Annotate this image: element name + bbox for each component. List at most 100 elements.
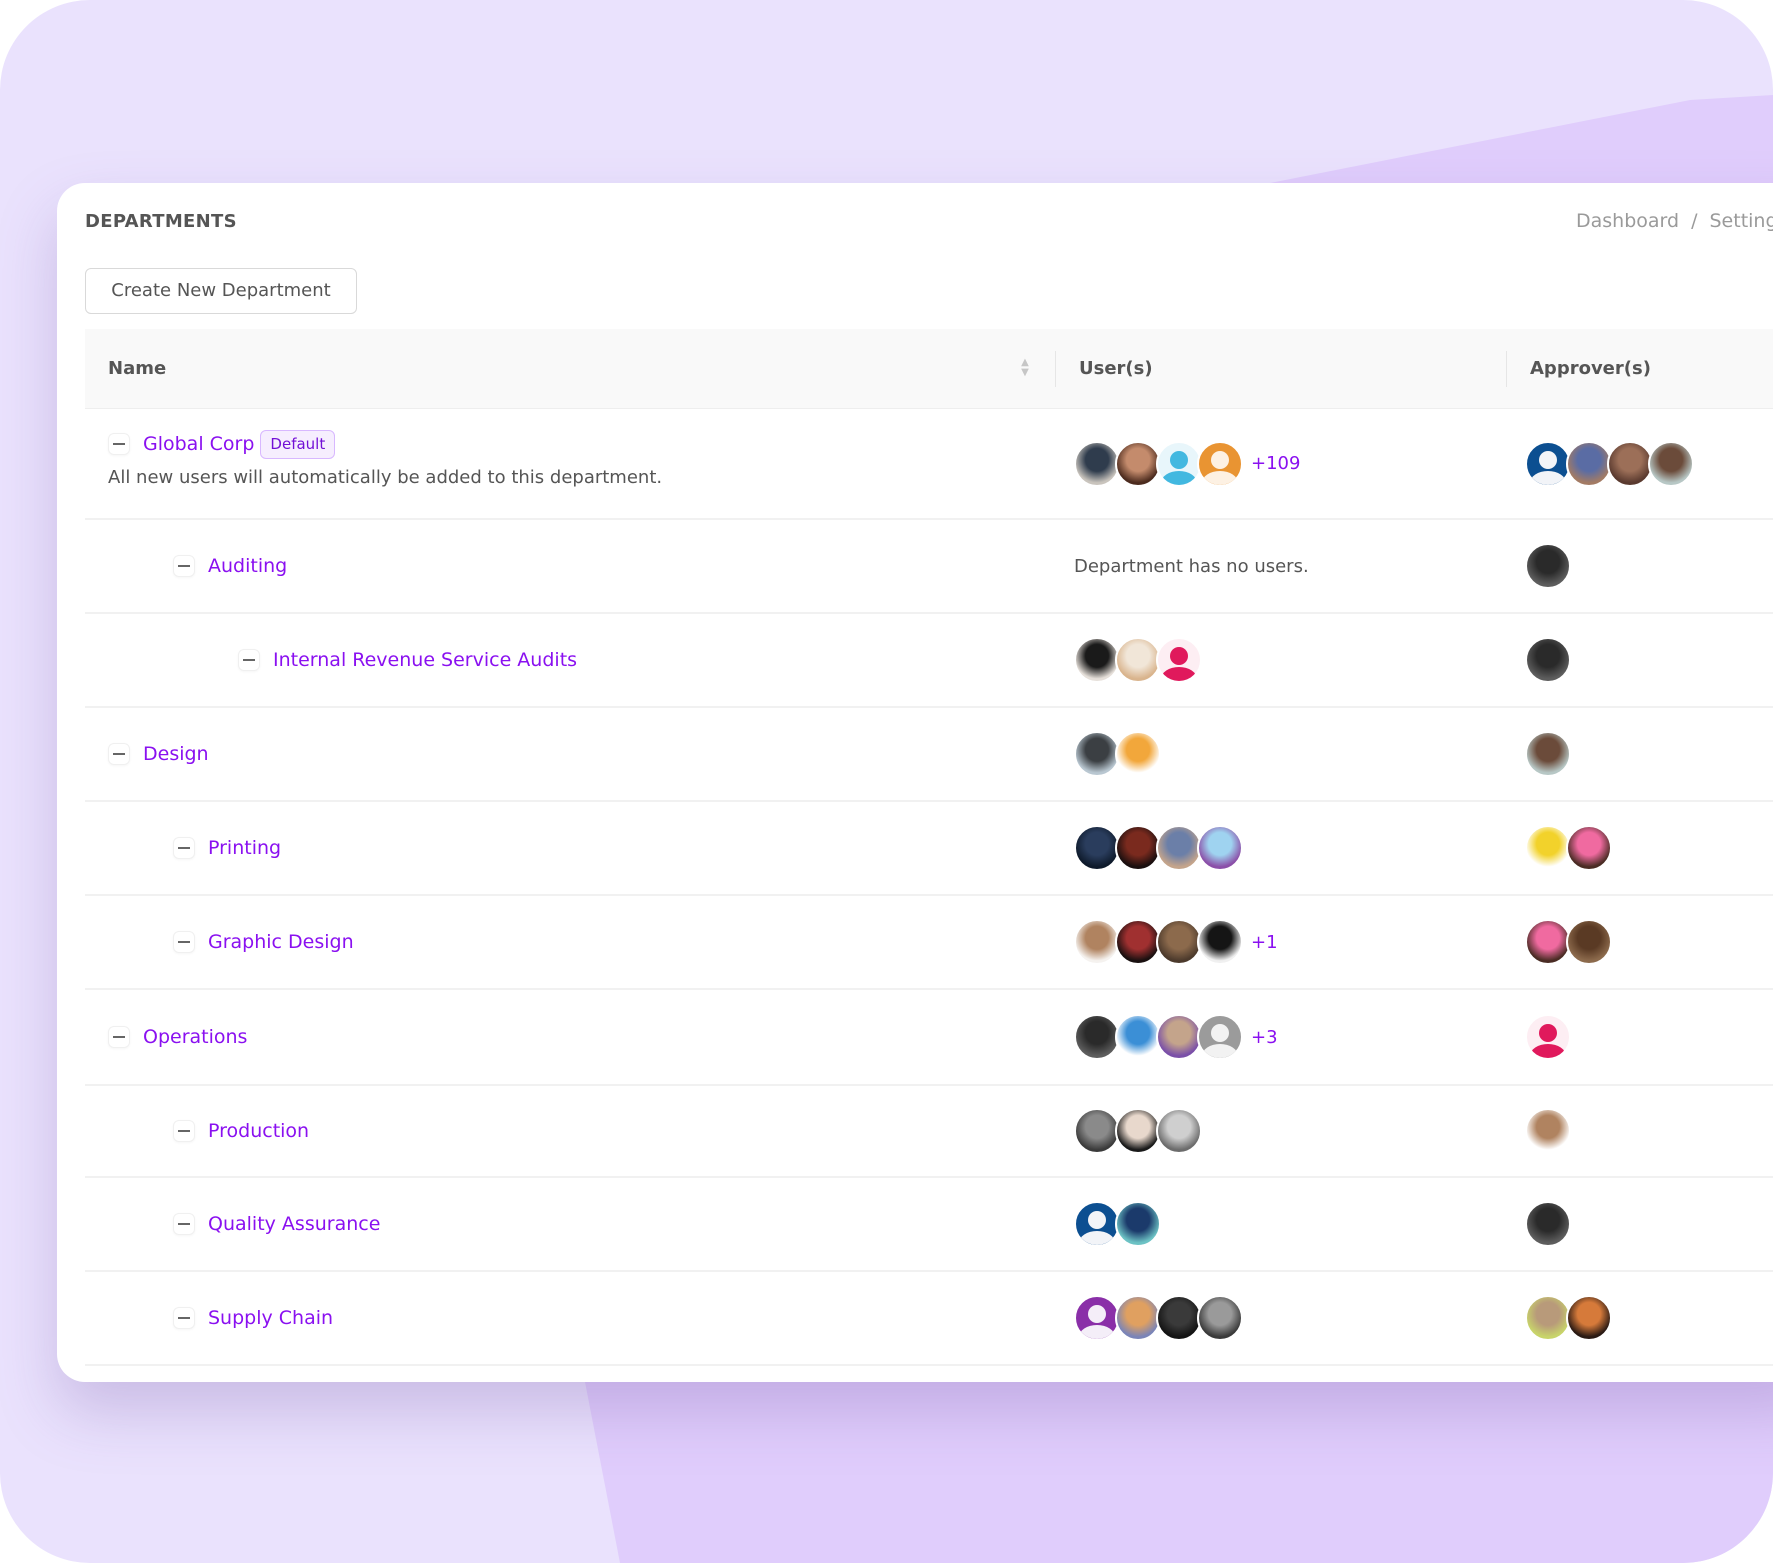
department-link[interactable]: Auditing [208, 555, 287, 577]
departments-card: DEPARTMENTS Dashboard / Settings Create Ne… [57, 183, 1773, 1382]
collapse-toggle-icon[interactable] [173, 1213, 195, 1235]
department-link[interactable]: Quality Assurance [208, 1213, 380, 1235]
approver-avatar[interactable] [1648, 440, 1694, 487]
user-avatar[interactable] [1156, 1295, 1202, 1341]
user-avatar[interactable] [1197, 1295, 1243, 1341]
approver-avatar[interactable] [1566, 440, 1612, 487]
more-users-count[interactable]: +109 [1251, 453, 1300, 474]
user-avatar[interactable] [1074, 919, 1120, 965]
breadcrumb-settings[interactable]: Settings [1710, 210, 1773, 232]
users-cell [1074, 1086, 1202, 1176]
column-divider [1506, 351, 1507, 387]
user-avatar[interactable] [1074, 825, 1120, 871]
user-avatar[interactable] [1115, 919, 1161, 965]
column-header-name[interactable]: Name [108, 329, 166, 409]
department-link[interactable]: Production [208, 1120, 309, 1142]
approver-avatar[interactable] [1566, 1295, 1612, 1341]
user-avatar[interactable] [1197, 825, 1243, 871]
table-row: Operations +3 [85, 990, 1773, 1086]
approver-avatar[interactable] [1525, 825, 1571, 871]
approvers-cell [1525, 614, 1571, 706]
approver-avatar[interactable] [1566, 919, 1612, 965]
user-avatar[interactable] [1156, 1014, 1202, 1060]
collapse-toggle-icon[interactable] [173, 1120, 195, 1142]
approver-avatar[interactable] [1525, 440, 1571, 487]
approvers-cell [1525, 1086, 1571, 1176]
user-avatar[interactable] [1115, 440, 1161, 487]
collapse-toggle-icon[interactable] [173, 837, 195, 859]
approver-avatar[interactable] [1566, 825, 1612, 871]
user-avatar[interactable] [1156, 1108, 1202, 1154]
user-avatar[interactable] [1074, 1295, 1120, 1341]
approver-avatar[interactable] [1525, 543, 1571, 589]
approvers-cell [1525, 409, 1694, 518]
user-avatar[interactable] [1156, 919, 1202, 965]
approver-avatar[interactable] [1525, 637, 1571, 683]
department-name-cell: Graphic Design [173, 896, 354, 988]
user-avatar[interactable] [1074, 637, 1120, 683]
user-avatar[interactable] [1074, 440, 1120, 487]
user-avatar[interactable] [1197, 1014, 1243, 1060]
user-avatar[interactable] [1115, 1201, 1161, 1247]
department-name-cell: Auditing [173, 520, 287, 612]
department-link[interactable]: Global Corp [143, 433, 254, 455]
approvers-cell [1525, 802, 1612, 894]
approver-avatar[interactable] [1525, 1014, 1571, 1060]
approver-avatar[interactable] [1607, 440, 1653, 487]
departments-table: Name ▲ ▼ User(s) Approver(s) Global Corp D… [85, 329, 1773, 1366]
user-avatar[interactable] [1115, 825, 1161, 871]
user-avatar[interactable] [1115, 1295, 1161, 1341]
users-cell: Department has no users. [1074, 520, 1309, 612]
collapse-toggle-icon[interactable] [108, 743, 130, 765]
department-link[interactable]: Operations [143, 1026, 247, 1048]
approver-avatar[interactable] [1525, 1108, 1571, 1154]
table-row: Internal Revenue Service Audits [85, 614, 1773, 708]
collapse-toggle-icon[interactable] [108, 433, 130, 455]
user-avatar[interactable] [1156, 637, 1202, 683]
user-avatar[interactable] [1074, 1201, 1120, 1247]
user-avatar[interactable] [1156, 825, 1202, 871]
collapse-toggle-icon[interactable] [173, 1307, 195, 1329]
column-header-users: User(s) [1079, 358, 1153, 379]
approvers-cell [1525, 708, 1571, 800]
user-avatar[interactable] [1197, 440, 1243, 487]
approver-avatar[interactable] [1525, 1295, 1571, 1341]
column-header-approvers: Approver(s) [1530, 358, 1651, 379]
department-link[interactable]: Supply Chain [208, 1307, 333, 1329]
more-users-count[interactable]: +1 [1251, 932, 1278, 953]
approvers-cell [1525, 990, 1571, 1084]
approver-avatar[interactable] [1525, 919, 1571, 965]
users-cell [1074, 1178, 1161, 1270]
department-link[interactable]: Internal Revenue Service Audits [273, 649, 577, 671]
collapse-toggle-icon[interactable] [238, 649, 260, 671]
user-avatar[interactable] [1156, 440, 1202, 487]
user-avatar[interactable] [1115, 1108, 1161, 1154]
table-row: Supply Chain [85, 1272, 1773, 1366]
department-link[interactable]: Design [143, 743, 209, 765]
table-row: Printing [85, 802, 1773, 896]
user-avatar[interactable] [1197, 919, 1243, 965]
create-department-button[interactable]: Create New Department [85, 268, 357, 314]
department-description: All new users will automatically be adde… [108, 467, 663, 488]
collapse-toggle-icon[interactable] [173, 555, 195, 577]
department-name-cell: Operations [108, 990, 247, 1084]
default-badge: Default [260, 429, 336, 459]
user-avatar[interactable] [1074, 1108, 1120, 1154]
user-avatar[interactable] [1115, 731, 1161, 777]
sort-icon[interactable]: ▲ ▼ [1018, 358, 1032, 380]
user-avatar[interactable] [1115, 637, 1161, 683]
department-name-cell: Printing [173, 802, 281, 894]
breadcrumb-dashboard[interactable]: Dashboard [1576, 210, 1679, 232]
collapse-toggle-icon[interactable] [173, 931, 195, 953]
department-link[interactable]: Printing [208, 837, 281, 859]
user-avatar[interactable] [1115, 1014, 1161, 1060]
department-link[interactable]: Graphic Design [208, 931, 354, 953]
approver-avatar[interactable] [1525, 731, 1571, 777]
page-background: DEPARTMENTS Dashboard / Settings Create Ne… [0, 0, 1773, 1563]
user-avatar[interactable] [1074, 1014, 1120, 1060]
collapse-toggle-icon[interactable] [108, 1026, 130, 1048]
approver-avatar[interactable] [1525, 1201, 1571, 1247]
more-users-count[interactable]: +3 [1251, 1027, 1278, 1048]
breadcrumb: Dashboard / Settings [1576, 210, 1773, 232]
user-avatar[interactable] [1074, 731, 1120, 777]
